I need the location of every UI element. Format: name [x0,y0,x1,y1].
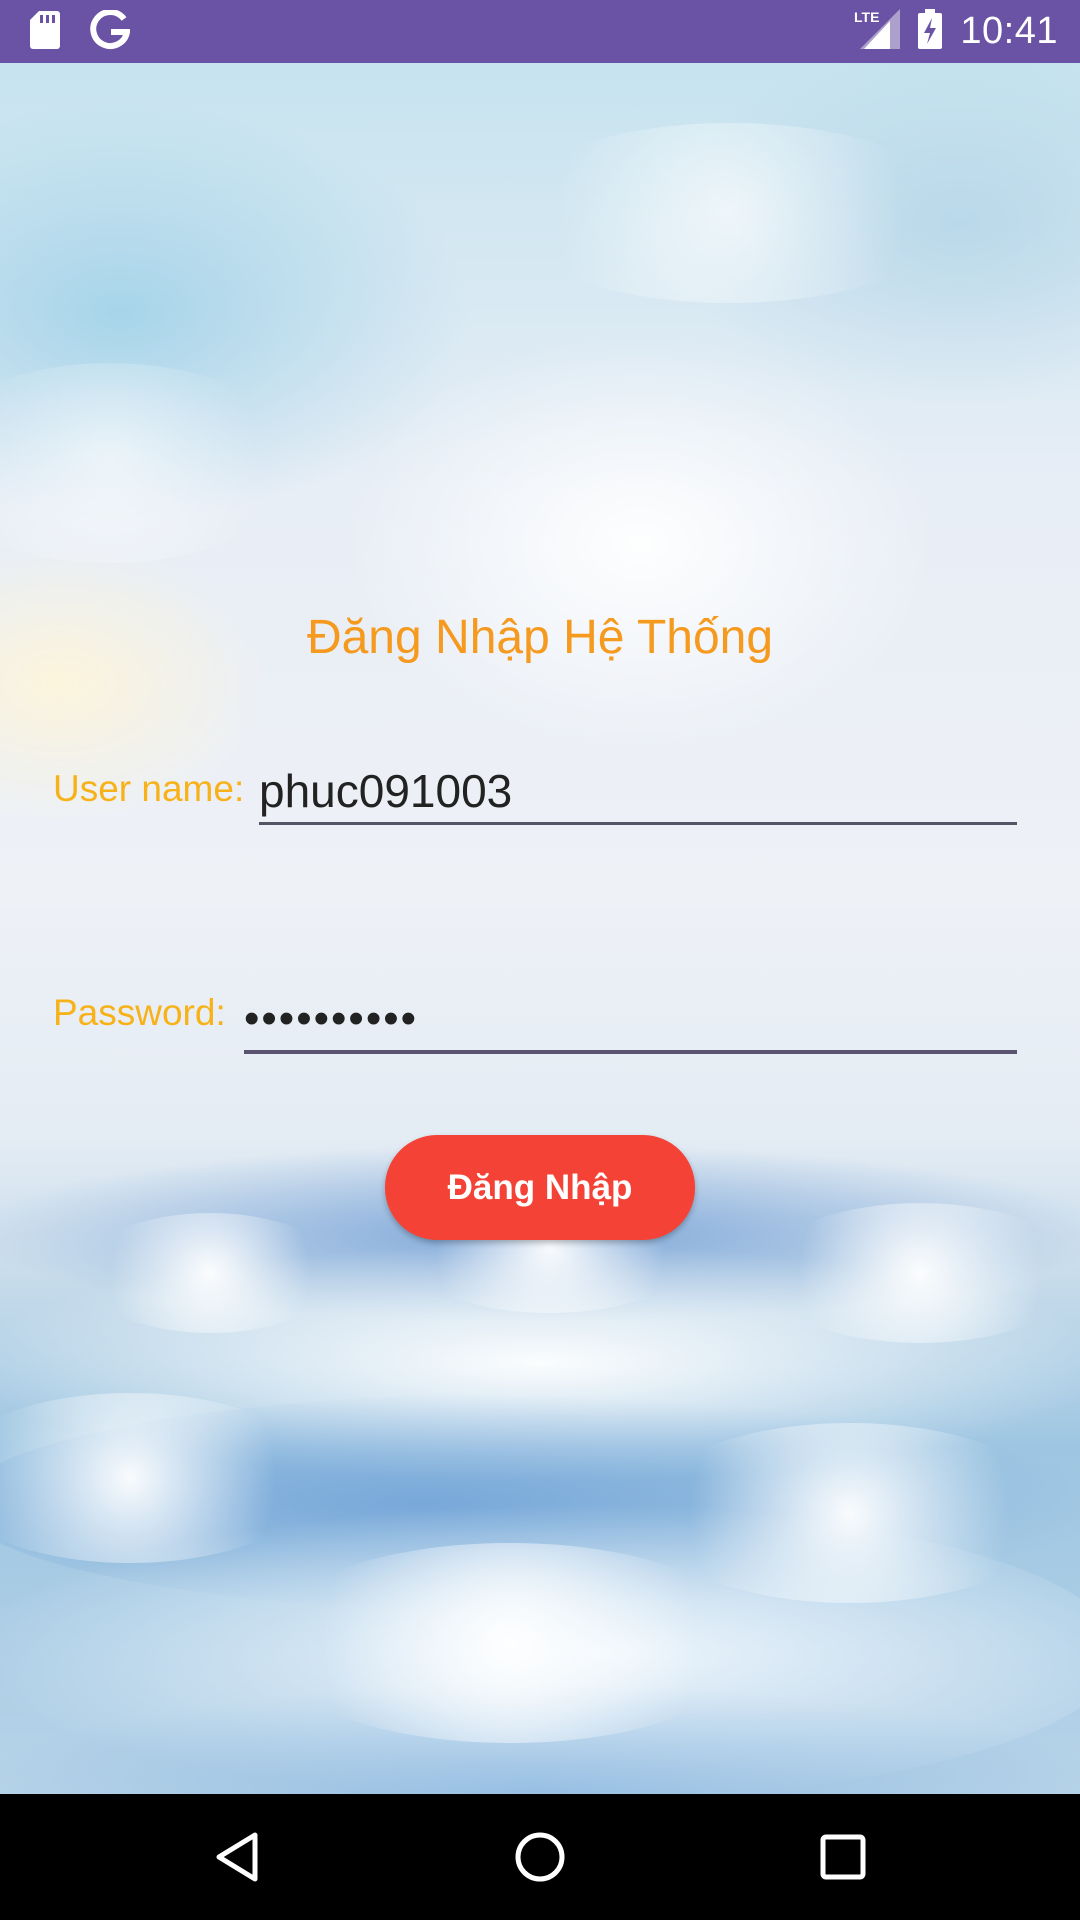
password-label: Password: [53,992,226,1033]
home-icon[interactable] [505,1824,575,1890]
page-title: Đăng Nhập Hệ Thống [306,611,774,664]
back-icon[interactable] [202,1824,272,1890]
recents-icon[interactable] [808,1824,878,1890]
lte-signal-icon: LTE [854,8,901,54]
sky-background-image [0,63,1080,1794]
clock: 10:41 [960,9,1058,52]
status-bar: LTE 10:41 [0,0,1080,63]
login-screen: LTE 10:41 Đăng Nhập Hệ Thống User name: … [0,0,1080,1920]
google-icon [90,8,131,55]
password-field[interactable] [244,988,1017,1054]
svg-text:LTE: LTE [854,9,879,25]
username-label: User name: [53,768,245,809]
login-button[interactable]: Đăng Nhập [385,1135,695,1240]
username-field[interactable] [259,760,1017,825]
sd-card-icon [30,10,60,54]
navigation-bar [0,1794,1080,1920]
battery-charging-icon [918,8,943,54]
